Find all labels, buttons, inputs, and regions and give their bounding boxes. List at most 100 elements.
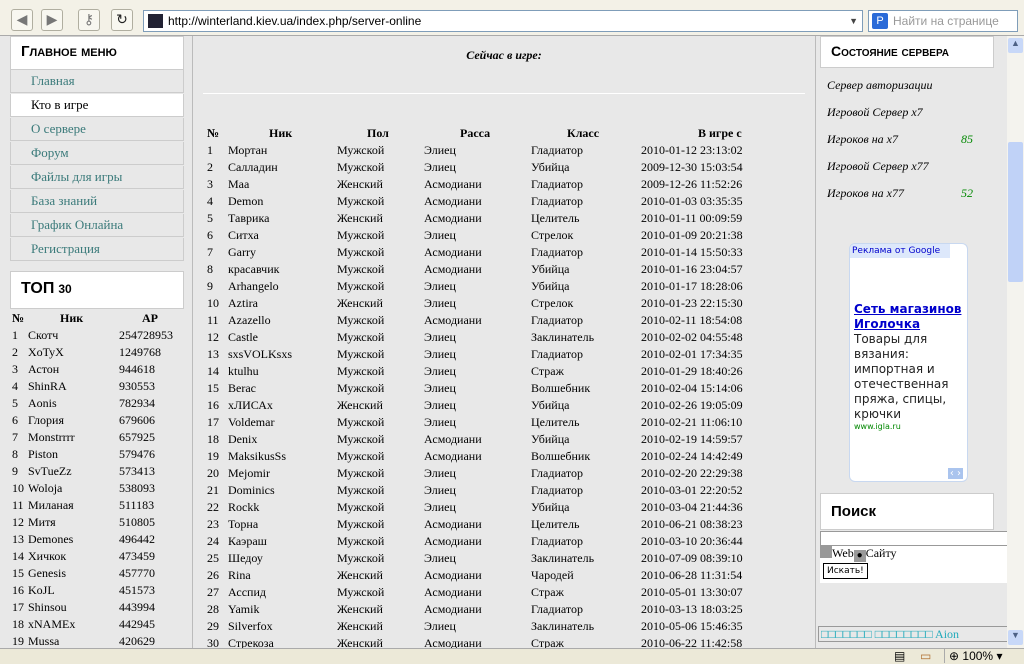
table-cell[interactable]: sxsVOLKsxs — [228, 347, 292, 362]
top-cell[interactable]: Monstrrrr — [28, 430, 75, 445]
search-button[interactable]: Искать! — [823, 563, 868, 579]
scroll-up-button[interactable]: ▲ — [1008, 38, 1023, 53]
table-cell[interactable]: Yamik — [228, 602, 259, 617]
menu-item[interactable]: О сервере — [10, 118, 184, 141]
table-cell[interactable]: ktulhu — [228, 364, 259, 379]
table-cell: 2010-02-24 14:42:49 — [641, 449, 743, 463]
radio-site[interactable]: ● — [853, 550, 866, 562]
table-cell: Стрелок — [531, 296, 574, 310]
table-cell[interactable]: Voldemar — [228, 415, 274, 430]
table-cell[interactable]: Dominics — [228, 483, 275, 498]
table-cell[interactable]: Silverfox — [228, 619, 273, 634]
top-cell: 1 — [12, 328, 18, 342]
menu-item[interactable]: Главная — [10, 70, 184, 93]
menu-item[interactable]: Файлы для игры — [10, 166, 184, 189]
top-cell[interactable]: Скотч — [28, 328, 58, 343]
menu-item[interactable]: Кто в игре — [10, 94, 184, 117]
top-cell[interactable]: Genesis — [28, 566, 66, 581]
top-cell[interactable]: Миланая — [28, 498, 74, 513]
top-cell[interactable]: Shinsou — [28, 600, 67, 615]
table-cell: Страж — [531, 364, 564, 378]
table-cell: Асмодиани — [424, 636, 482, 648]
table-cell: Элиец — [424, 483, 456, 497]
table-cell[interactable]: Aztira — [228, 296, 258, 311]
back-button[interactable]: ◀ — [11, 9, 33, 31]
top-cell[interactable]: ShinRA — [28, 379, 67, 394]
reload-button[interactable]: ↻ — [111, 9, 133, 31]
table-cell: 2010-01-12 23:13:02 — [641, 143, 743, 157]
top-cell: 496442 — [119, 532, 155, 546]
top-cell[interactable]: KoJL — [28, 583, 55, 598]
table-cell[interactable]: красавчик — [228, 262, 279, 277]
table-cell[interactable]: Rockk — [228, 500, 259, 515]
table-cell[interactable]: Таврика — [228, 211, 269, 226]
scroll-thumb[interactable] — [1008, 142, 1023, 282]
search-input[interactable] — [820, 531, 1007, 546]
top-cell[interactable]: XoTyX — [28, 345, 64, 360]
scroll-down-button[interactable]: ▼ — [1008, 630, 1023, 645]
address-bar[interactable]: http://winterland.kiev.ua/index.php/serv… — [143, 10, 863, 32]
table-header-cell: № — [207, 126, 220, 140]
table-cell: Элиец — [424, 466, 456, 480]
top-cell[interactable]: Глория — [28, 413, 64, 428]
table-cell[interactable]: Мортан — [228, 143, 267, 158]
table-cell[interactable]: Azazello — [228, 313, 271, 328]
top-cell[interactable]: Mussa — [28, 634, 59, 648]
top-cell[interactable]: SvTueZz — [28, 464, 72, 479]
table-cell[interactable]: Garry — [228, 245, 256, 260]
aion-link[interactable]: □□□□□□□ □□□□□□□□ Aion — [818, 626, 1007, 642]
google-ad[interactable]: Реклама от Google Сеть магазинов Иголочк… — [849, 243, 968, 482]
top-cell[interactable]: Piston — [28, 447, 58, 462]
page-icon[interactable]: ▤ — [894, 649, 905, 663]
table-cell: Мужской — [337, 381, 385, 395]
table-cell[interactable]: Маа — [228, 177, 249, 192]
top-cell[interactable]: Woloja — [28, 481, 62, 496]
table-cell[interactable]: Асспид — [228, 585, 266, 600]
table-cell[interactable]: Торна — [228, 517, 258, 532]
top-cell[interactable]: xNAMEx — [28, 617, 75, 632]
top-cell[interactable]: Митя — [28, 515, 56, 530]
top-cell[interactable]: Demones — [28, 532, 73, 547]
ad-nav-arrows[interactable]: ‹ › — [947, 468, 963, 479]
table-cell[interactable]: Каэраш — [228, 534, 267, 549]
status-bar: ▤ ▭ ⊕ 100% ▾ — [0, 648, 1024, 664]
table-cell[interactable]: Denix — [228, 432, 257, 447]
menu-item[interactable]: Регистрация — [10, 238, 184, 261]
top-cell[interactable]: Хичкок — [28, 549, 66, 564]
table-cell[interactable]: Castle — [228, 330, 258, 345]
find-input[interactable]: P Найти на странице — [868, 10, 1018, 32]
table-cell: Элиец — [424, 381, 456, 395]
menu-item[interactable]: База знаний — [10, 190, 184, 213]
table-cell[interactable]: xЛИСАx — [228, 398, 273, 413]
menu-item[interactable]: Форум — [10, 142, 184, 165]
top-cell[interactable]: Астон — [28, 362, 59, 377]
dropdown-icon[interactable]: ▼ — [849, 11, 858, 31]
table-cell: Женский — [337, 296, 383, 310]
table-cell[interactable]: Berac — [228, 381, 256, 396]
table-cell[interactable]: Ситха — [228, 228, 259, 243]
forward-button[interactable]: ▶ — [41, 9, 63, 31]
zoom-control[interactable]: ⊕ 100% ▾ — [944, 649, 1002, 663]
table-cell[interactable]: Arhangelo — [228, 279, 279, 294]
vertical-scrollbar[interactable]: ▲ ▼ — [1007, 36, 1024, 648]
top-cell[interactable]: Aonis — [28, 396, 57, 411]
table-cell: Асмодиани — [424, 517, 482, 531]
table-cell[interactable]: MaksikusSs — [228, 449, 286, 464]
table-cell[interactable]: Mejomir — [228, 466, 270, 481]
key-icon[interactable]: ⚷ — [78, 9, 100, 31]
folder-icon[interactable]: ▭ — [920, 649, 931, 663]
table-cell[interactable]: Шедоу — [228, 551, 263, 566]
table-cell[interactable]: Demon — [228, 194, 263, 209]
table-cell[interactable]: Rina — [228, 568, 251, 583]
table-cell[interactable]: Салладин — [228, 160, 278, 175]
ad-domain[interactable]: www.igla.ru — [854, 422, 963, 431]
top-cell: 443994 — [119, 600, 155, 614]
top-cell: 9 — [12, 464, 18, 478]
radio-web[interactable] — [820, 546, 832, 558]
table-cell: 2010-01-14 15:50:33 — [641, 245, 743, 259]
table-cell: 2010-01-29 18:40:26 — [641, 364, 743, 378]
menu-item[interactable]: График Онлайна — [10, 214, 184, 237]
find-placeholder: Найти на странице — [893, 14, 999, 28]
ad-link[interactable]: Сеть магазинов Иголочка — [854, 302, 963, 332]
table-cell[interactable]: Стрекоза — [228, 636, 274, 648]
